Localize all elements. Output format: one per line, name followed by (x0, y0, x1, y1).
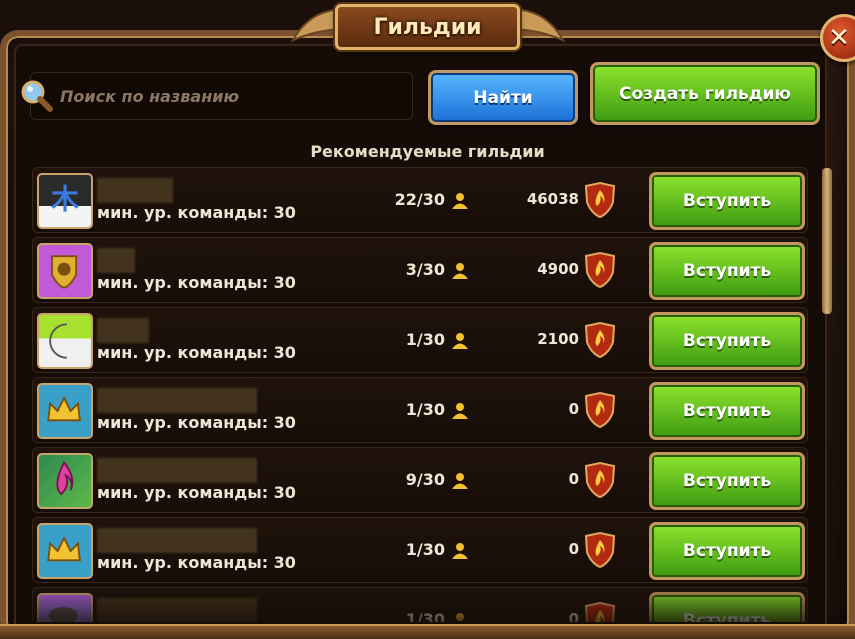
members-count: 9/30 (405, 470, 445, 489)
guild-row: мин. ур. команды: 30 1/30 0 Вступить (32, 517, 808, 583)
cloud-emblem (37, 593, 93, 622)
members-count: 1/30 (405, 540, 445, 559)
person-icon (452, 333, 468, 349)
guild-row: мин. ур. команды: 30 1/30 2100 Вступить (32, 307, 808, 373)
search-icon (21, 80, 53, 112)
members-count: 1/30 (405, 610, 445, 622)
guild-score: 0 (568, 400, 579, 418)
guild-name-hidden (97, 528, 257, 553)
person-icon (452, 263, 468, 279)
svg-text:木: 木 (50, 182, 79, 215)
list-scrollbar[interactable] (822, 168, 832, 314)
flame-shield-icon (584, 182, 616, 218)
min-level-text: мин. ур. команды: 30 (97, 483, 296, 502)
kanji-emblem: 木 (37, 173, 93, 229)
guild-name-hidden (97, 388, 257, 413)
guild-list: 木 мин. ур. команды: 30 22/30 46038 Вступ… (32, 167, 810, 622)
guild-score: 0 (568, 610, 579, 622)
members-count: 22/30 (394, 190, 445, 209)
title-banner: Гильдии (335, 4, 520, 50)
join-button[interactable]: Вступить (649, 242, 805, 300)
guild-score: 4900 (537, 260, 579, 278)
flame-shield-icon (584, 532, 616, 568)
guild-name-hidden (97, 458, 257, 483)
guild-score: 0 (568, 470, 579, 488)
flame-shield-icon (584, 462, 616, 498)
min-level-text: мин. ур. команды: 30 (97, 343, 296, 362)
guild-row: 1/30 0 Вступить (32, 587, 808, 622)
members-count: 1/30 (405, 400, 445, 419)
flame-emblem (37, 453, 93, 509)
search-input[interactable] (60, 82, 400, 110)
flame-shield-icon (584, 322, 616, 358)
guild-row: мин. ур. команды: 30 3/30 4900 Вступить (32, 237, 808, 303)
crown-emblem (37, 523, 93, 579)
guild-row: мин. ур. команды: 30 9/30 0 Вступить (32, 447, 808, 513)
guild-name-hidden (97, 318, 149, 343)
min-level-text: мин. ур. команды: 30 (97, 413, 296, 432)
moon-emblem (37, 313, 93, 369)
join-button[interactable]: Вступить (649, 592, 805, 622)
join-button[interactable]: Вступить (649, 452, 805, 510)
flame-shield-icon (584, 392, 616, 428)
section-title: Рекомендуемые гильдии (310, 142, 545, 161)
guild-name-hidden (97, 248, 135, 273)
min-level-text: мин. ур. команды: 30 (97, 553, 296, 572)
skull-shield-emblem (37, 243, 93, 299)
guild-row: 木 мин. ур. команды: 30 22/30 46038 Вступ… (32, 167, 808, 233)
find-button[interactable]: Найти (428, 70, 578, 125)
crown-emblem (37, 383, 93, 439)
person-icon (452, 473, 468, 489)
frame-bottom-edge (0, 624, 855, 639)
guild-name-hidden (97, 178, 173, 203)
members-count: 1/30 (405, 330, 445, 349)
close-icon: ✕ (828, 23, 850, 53)
members-count: 3/30 (405, 260, 445, 279)
join-button[interactable]: Вступить (649, 172, 805, 230)
create-guild-button[interactable]: Создать гильдию (590, 62, 820, 125)
min-level-text: мин. ур. команды: 30 (97, 273, 296, 292)
person-icon (452, 543, 468, 559)
person-icon (452, 193, 468, 209)
guild-row: мин. ур. команды: 30 1/30 0 Вступить (32, 377, 808, 443)
window-title: Гильдии (373, 14, 482, 40)
guild-score: 0 (568, 540, 579, 558)
person-icon (452, 403, 468, 419)
min-level-text: мин. ур. команды: 30 (97, 203, 296, 222)
person-icon (456, 613, 464, 621)
join-button[interactable]: Вступить (649, 312, 805, 370)
join-button[interactable]: Вступить (649, 522, 805, 580)
guild-score: 46038 (526, 190, 579, 208)
flame-shield-icon (584, 602, 616, 622)
flame-shield-icon (584, 252, 616, 288)
guild-score: 2100 (537, 330, 579, 348)
join-button[interactable]: Вступить (649, 382, 805, 440)
guild-name-hidden (97, 598, 257, 622)
